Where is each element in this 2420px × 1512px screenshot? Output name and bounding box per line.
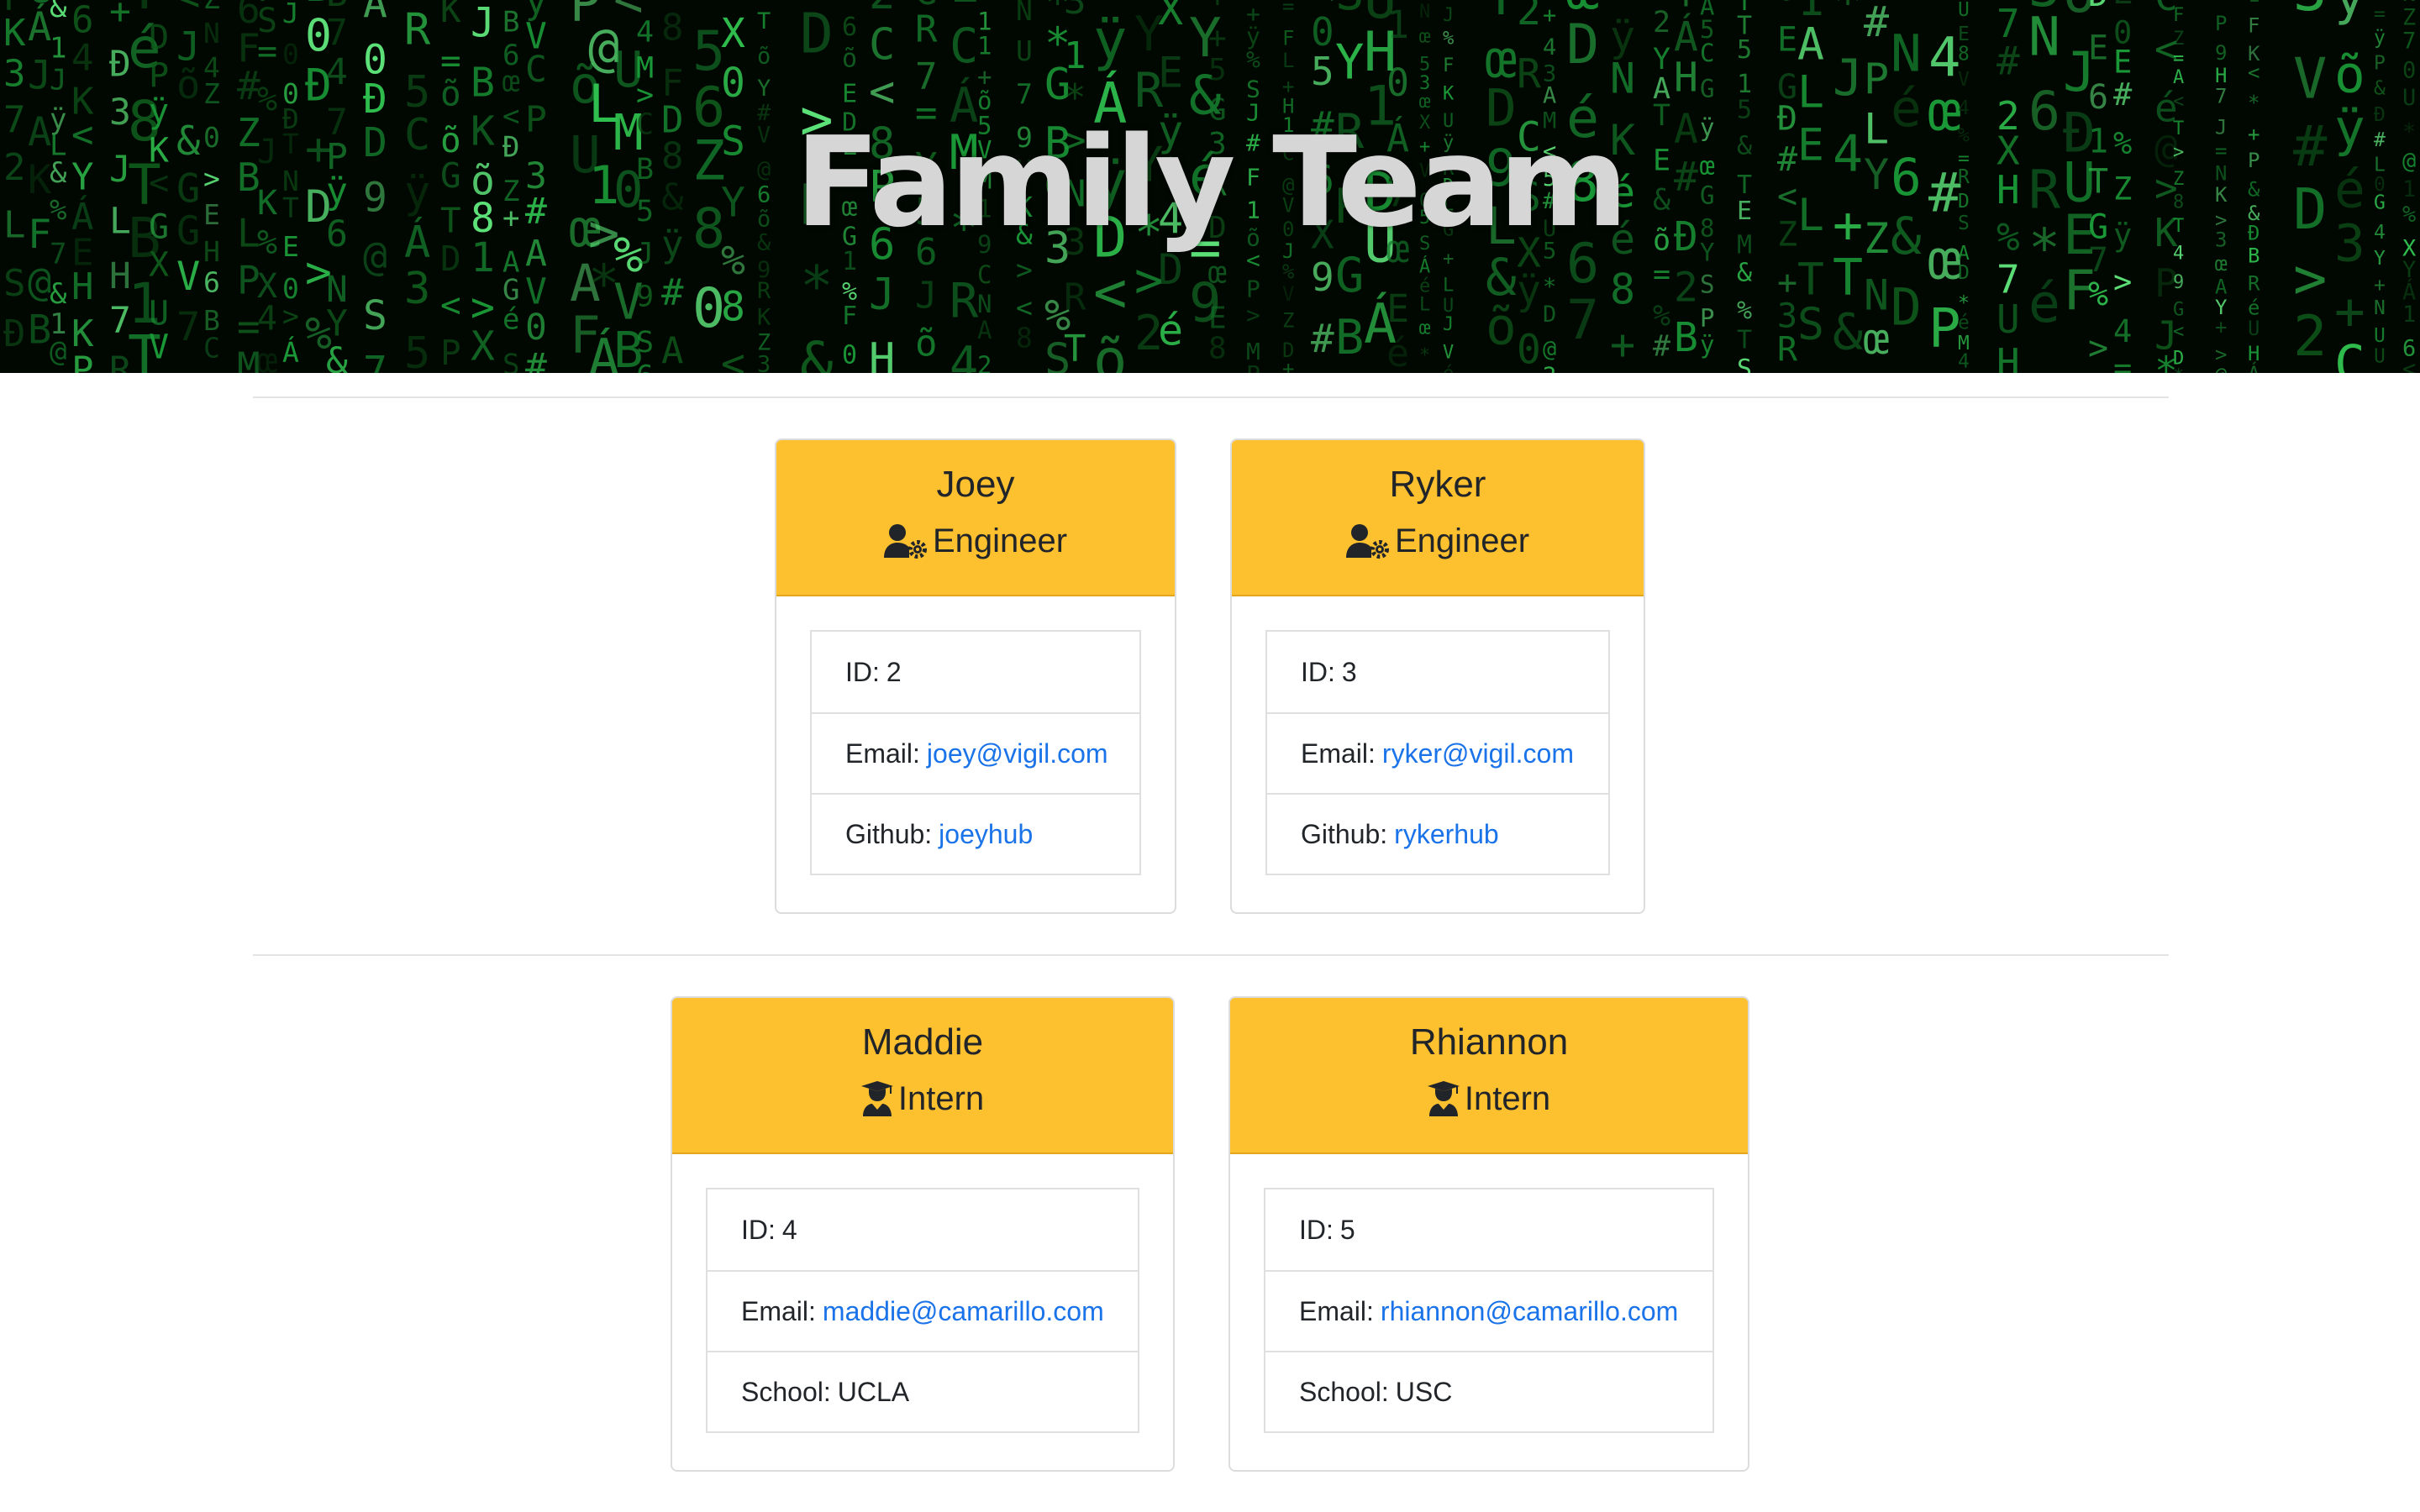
divider	[253, 396, 2169, 398]
info-list: ID: 4 Email: maddie@camarillo.com School: U…	[706, 1188, 1139, 1433]
employee-role: Engineer	[776, 517, 1175, 564]
list-item-id: ID: 3	[1301, 656, 1357, 687]
employee-card: Ryker Engineer ID: 3 Email: ryker@vigil.co…	[1230, 438, 1645, 914]
graduate-icon	[860, 1081, 893, 1116]
employee-card: Joey Engineer ID: 2 Email: joey@vigil.com …	[775, 438, 1176, 914]
graduate-icon	[1427, 1081, 1460, 1116]
role-label: Engineer	[1394, 522, 1530, 559]
employee-role: Intern	[1230, 1075, 1748, 1122]
card-header: Rhiannon Intern	[1230, 998, 1748, 1154]
id-value: 3	[1341, 656, 1357, 687]
card-header: Joey Engineer	[776, 440, 1175, 596]
role-label: Intern	[897, 1080, 985, 1117]
email-link[interactable]: rhiannon@camarillo.com	[1381, 1296, 1678, 1327]
employee-card: Maddie Intern ID: 4 Email: maddie@camarill…	[671, 996, 1175, 1472]
employee-name: Joey	[936, 464, 1015, 505]
info-list: ID: 2 Email: joey@vigil.com Github: joeyhub	[810, 630, 1141, 875]
list-item-github: Github: joeyhub	[812, 793, 1139, 874]
github-link[interactable]: rykerhub	[1394, 819, 1499, 850]
school-value: USC	[1395, 1376, 1453, 1407]
employee-name: Maddie	[861, 1021, 984, 1063]
id-value: 5	[1339, 1214, 1355, 1245]
list-item-email: Email: joey@vigil.com	[812, 712, 1139, 793]
email-link[interactable]: ryker@vigil.com	[1382, 738, 1574, 769]
hero-banner: PK372LSĐGÁJAKF@B&1JÿL&%7&1@G64K<YÁEHKP+Đ…	[0, 0, 2420, 373]
list-item-id: ID: 5	[1299, 1214, 1355, 1245]
employee-name: Ryker	[1389, 464, 1486, 505]
list-item-email: Email: rhiannon@camarillo.com	[1265, 1270, 1712, 1351]
role-label: Intern	[1464, 1080, 1551, 1117]
github-link[interactable]: joeyhub	[939, 819, 1033, 850]
user-gear-icon	[883, 523, 928, 559]
list-item-school: School: USC	[1265, 1351, 1712, 1431]
school-value: UCLA	[837, 1376, 910, 1407]
info-list: ID: 3 Email: ryker@vigil.com Github: rykerh…	[1265, 630, 1610, 875]
list-item-email: Email: maddie@camarillo.com	[708, 1270, 1138, 1351]
list-item-school: School: UCLA	[708, 1351, 1138, 1431]
employee-role: Engineer	[1232, 517, 1644, 564]
list-item-id: ID: 2	[845, 656, 902, 687]
list-item-github: Github: rykerhub	[1267, 793, 1608, 874]
divider	[253, 954, 2169, 956]
id-value: 4	[781, 1214, 797, 1245]
id-value: 2	[886, 656, 902, 687]
employee-name: Rhiannon	[1409, 1021, 1569, 1063]
card-header: Maddie Intern	[672, 998, 1173, 1154]
employee-card: Rhiannon Intern ID: 5 Email: rhiannon@cama…	[1228, 996, 1749, 1472]
list-item-email: Email: ryker@vigil.com	[1267, 712, 1608, 793]
card-header: Ryker Engineer	[1232, 440, 1644, 596]
role-label: Engineer	[932, 522, 1068, 559]
user-gear-icon	[1345, 523, 1390, 559]
email-link[interactable]: maddie@camarillo.com	[823, 1296, 1104, 1327]
info-list: ID: 5 Email: rhiannon@camarillo.com School…	[1264, 1188, 1714, 1433]
email-link[interactable]: joey@vigil.com	[927, 738, 1108, 769]
list-item-id: ID: 4	[741, 1214, 797, 1245]
page-title: Family Team	[795, 110, 1628, 255]
employee-role: Intern	[672, 1075, 1173, 1122]
